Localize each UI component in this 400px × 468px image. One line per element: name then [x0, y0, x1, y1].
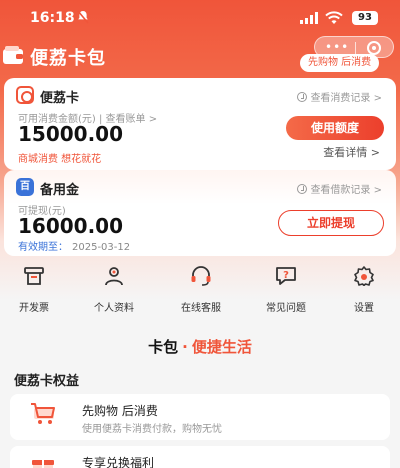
credit-card-panel: 便荔卡 查看消费记录 > 可用消费金额(元) | 查看账单 > 15000.00…: [4, 78, 396, 170]
function-grid: 开发票 个人资料 在线客服 ? 常见问题 设置: [4, 266, 396, 322]
validity-date: 2025-03-12: [72, 242, 131, 253]
banner-part2: 便捷生活: [191, 338, 252, 356]
grid-label-faq: 常见问题: [266, 303, 306, 314]
battery-indicator: 93: [352, 11, 378, 25]
grid-item-faq[interactable]: ? 常见问题: [256, 266, 316, 314]
benefit-item[interactable]: 先购物 后消费 使用便荔卡消费付款，购物无忧: [10, 394, 390, 440]
benefit-desc: 使用便荔卡消费付款，购物无忧: [82, 424, 222, 435]
validity-label: 有效期至：: [18, 242, 68, 253]
wifi-icon: [325, 11, 343, 24]
consumption-record-link[interactable]: 查看消费记录 >: [297, 89, 382, 104]
grid-item-settings[interactable]: 设置: [334, 266, 394, 314]
faq-icon: ?: [276, 267, 296, 285]
slogan-badge: 先购物 后消费: [300, 54, 380, 72]
benefits-section-title: 便荔卡权益: [14, 374, 80, 389]
svg-text:?: ?: [283, 270, 289, 281]
promo-banner: 卡包 · 便捷生活: [0, 336, 400, 357]
grid-label-invoice: 开发票: [19, 303, 49, 314]
withdrawable-amount: 16000.00: [18, 214, 124, 238]
use-credit-button[interactable]: 使用额度: [286, 116, 384, 140]
reserve-fund-panel: 百 备用金 查看借款记录 > 可提现(元) 16000.00 有效期至： 2025…: [4, 170, 396, 256]
grid-item-profile[interactable]: 个人资料: [84, 266, 144, 314]
validity-info: 有效期至： 2025-03-12: [18, 238, 130, 253]
banner-part1: 卡包: [148, 338, 179, 356]
grid-label-settings: 设置: [354, 303, 374, 314]
capsule-divider: [355, 42, 356, 54]
reserve-fund-icon: 百: [16, 178, 34, 196]
benefit-title: 专享兑换福利: [82, 456, 155, 468]
loan-record-link[interactable]: 查看借款记录 >: [297, 181, 382, 196]
clock-icon: [297, 92, 308, 102]
status-bar: 16:18 93: [0, 0, 400, 36]
gift-icon: [32, 460, 54, 468]
more-icon[interactable]: •••: [325, 41, 349, 53]
card-tagline: 商城消费 想花就花: [18, 154, 102, 165]
reserve-fund-title: 备用金: [40, 183, 80, 198]
grid-item-support[interactable]: 在线客服: [171, 266, 231, 314]
banner-dot: ·: [182, 338, 188, 356]
mute-bell-icon: [77, 10, 89, 24]
grid-label-support: 在线客服: [181, 303, 221, 314]
close-miniprogram-icon[interactable]: [367, 41, 381, 55]
app-title: 便荔卡包: [30, 48, 106, 69]
grid-item-invoice[interactable]: 开发票: [4, 266, 64, 314]
signal-icon: [300, 12, 318, 24]
grid-label-profile: 个人资料: [94, 303, 134, 314]
loan-record-label: 查看借款记录 >: [310, 185, 382, 196]
view-details-link[interactable]: 查看详情 >: [323, 144, 380, 160]
available-amount: 15000.00: [18, 122, 124, 146]
wallet-icon: [3, 46, 23, 64]
benefit-title: 先购物 后消费: [82, 404, 158, 418]
cart-icon: [31, 403, 55, 424]
benefit-item[interactable]: 专享兑换福利: [10, 446, 390, 468]
clock-icon: [297, 184, 308, 194]
headset-icon: [191, 266, 211, 286]
card-logo-icon: [16, 86, 34, 104]
status-time: 16:18: [30, 10, 75, 26]
invoice-icon: [24, 267, 44, 285]
gear-icon: [354, 266, 374, 287]
profile-icon: [105, 267, 123, 286]
consumption-record-label: 查看消费记录 >: [310, 93, 382, 104]
card-title: 便荔卡: [40, 91, 80, 106]
withdraw-button[interactable]: 立即提现: [278, 210, 384, 236]
